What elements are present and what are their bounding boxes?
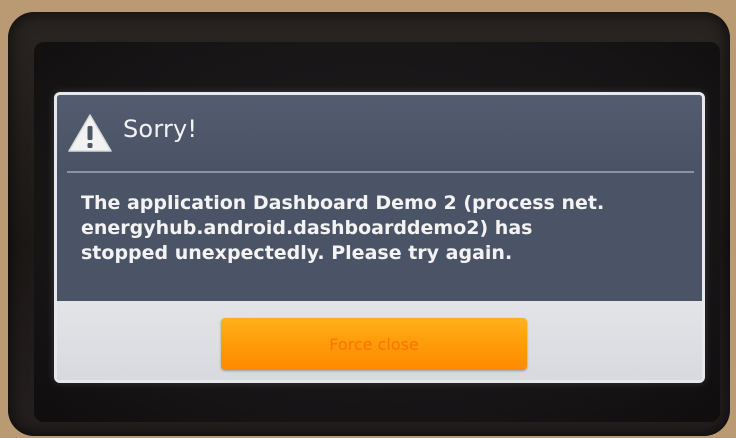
message-line: The application Dashboard Demo 2 (proces… [81, 192, 605, 214]
force-close-label: Force close [329, 334, 419, 354]
force-close-button[interactable]: Force close [221, 318, 527, 370]
error-dialog: Sorry! The application Dashboard Demo 2 … [54, 92, 705, 383]
dialog-button-bar: Force close [57, 301, 702, 380]
message-line: energyhub.android.dashboarddemo2) has [81, 217, 533, 239]
dialog-title-bar: Sorry! [57, 95, 702, 171]
dialog-message: The application Dashboard Demo 2 (proces… [81, 191, 681, 266]
warning-icon [68, 114, 112, 152]
message-line: stopped unexpectedly. Please try again. [81, 242, 513, 264]
dialog-title: Sorry! [123, 115, 198, 143]
title-divider [67, 171, 694, 173]
